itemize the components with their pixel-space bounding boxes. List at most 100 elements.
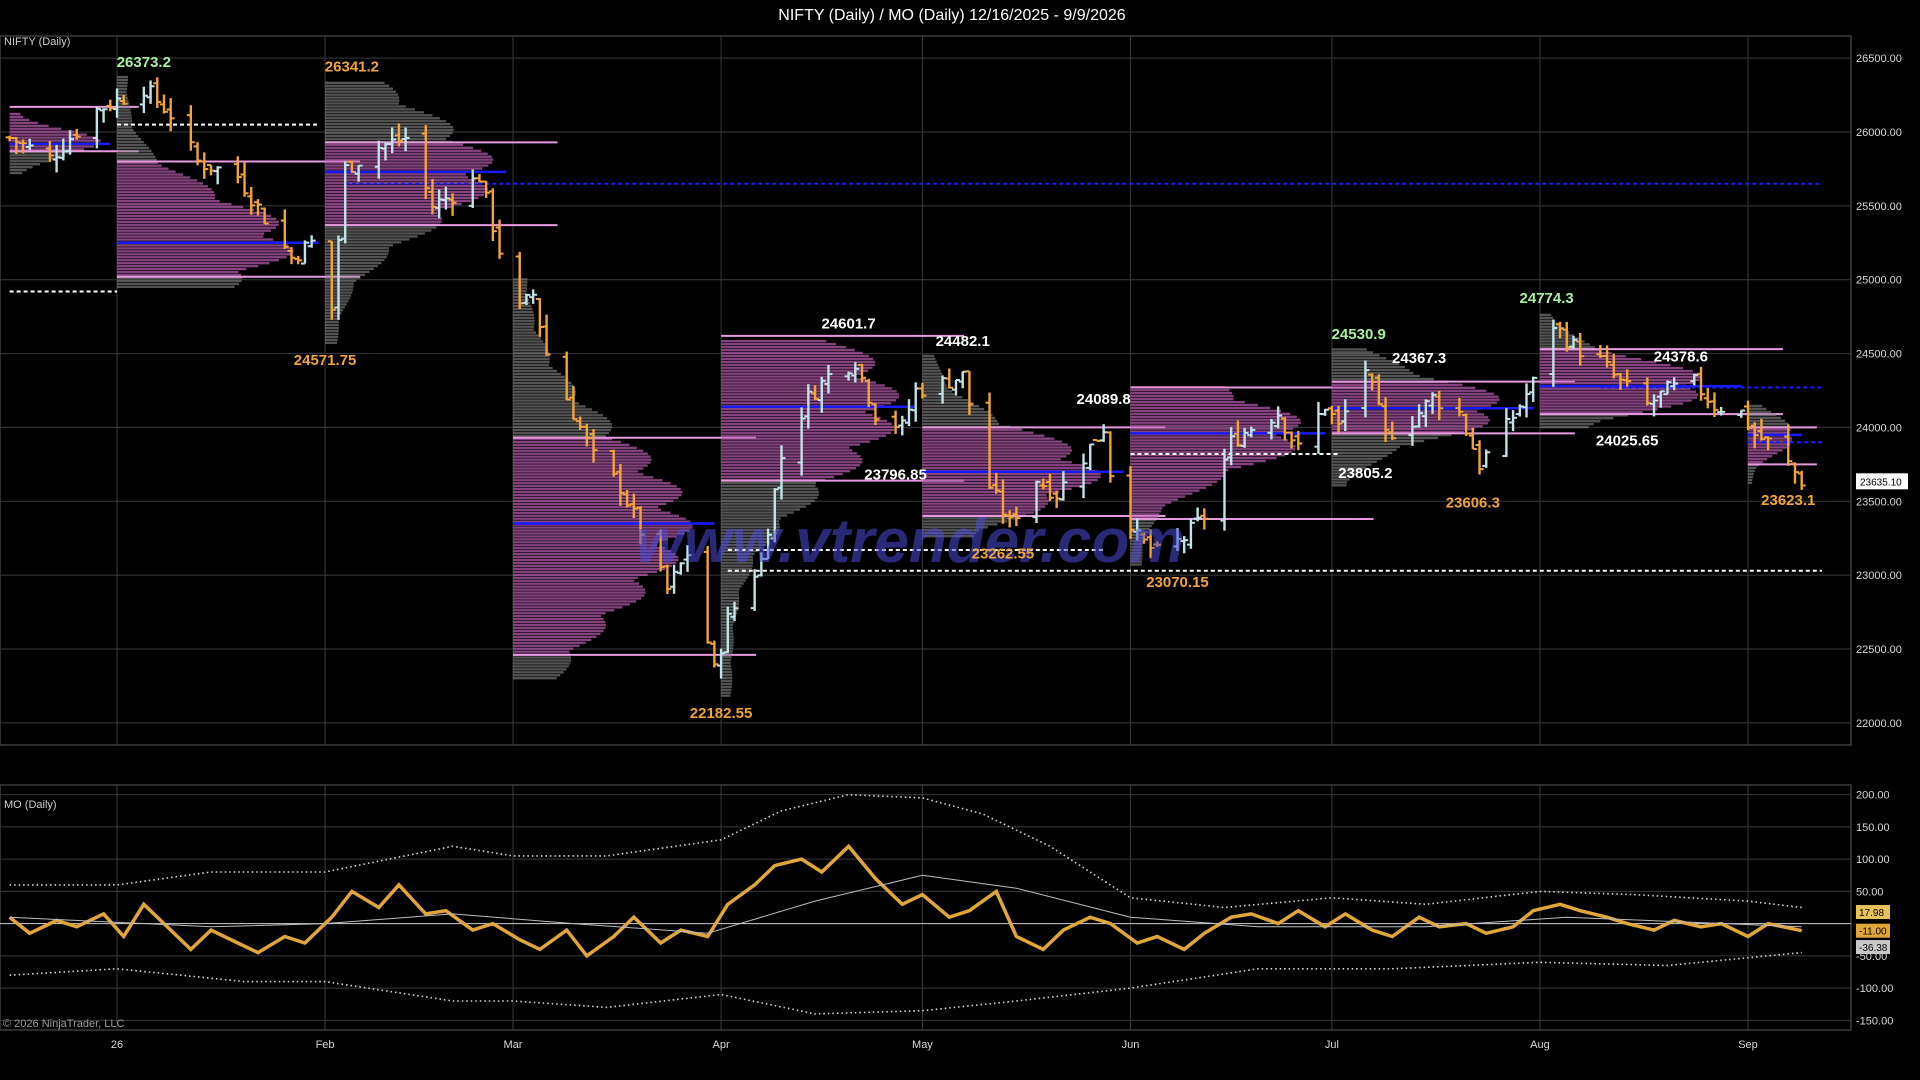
profile-bar [513,355,550,358]
profile-bar [325,187,488,191]
profile-bar [721,676,733,680]
profile-bar [1748,478,1753,482]
profile-bar [325,155,492,158]
profile-bar [922,387,948,390]
profile-bar [721,455,861,458]
mo-value-label: -36.38 [1859,943,1888,954]
profile-bar [117,78,128,82]
profile-bar [721,661,731,665]
nifty-mo-chart: NIFTY (Daily) / MO (Daily) 12/16/2025 - … [0,7,1908,1051]
profile-bar [922,407,985,411]
profile-bar [721,449,853,452]
profile-bar [1331,454,1388,457]
profile-bar [513,346,547,349]
profile-bar [922,496,1048,499]
profile-bar [721,461,863,464]
profile-bar [513,331,537,334]
price-annotation: 24774.3 [1520,290,1574,307]
profile-bar [325,329,339,333]
profile-bar [922,437,1055,440]
profile-bar [9,118,30,122]
profile-bar [325,211,438,214]
profile-bar [513,422,612,426]
profile-bar [1539,408,1658,411]
profile-bar [1331,416,1489,419]
profile-bar [721,440,870,443]
profile-bar [513,316,535,319]
price-annotation: 24367.3 [1392,350,1446,367]
profile-bar [325,81,385,84]
profile-bar [117,199,220,203]
profile-bar [1539,393,1699,396]
profile-bar [325,303,347,306]
profile-bar [1130,424,1299,427]
profile-bar [325,300,349,303]
profile-bar [513,381,572,384]
price-tick-label: 22500.00 [1856,644,1902,656]
profile-bar [1130,415,1297,418]
profile-bar [1130,483,1213,486]
profile-bar [325,146,473,149]
profile-bar [325,123,451,126]
profile-bar [513,399,574,402]
profile-bar [513,449,644,452]
profile-bar [513,328,534,331]
profile-bar [513,591,646,594]
profile-bar [922,499,1049,502]
profile-bar [117,114,132,117]
profile-bar [325,217,442,220]
profile-bar [325,102,399,105]
profile-bar [1331,428,1475,431]
profile-bar [325,120,447,123]
profile-bar [513,319,535,322]
profile-bar [325,149,482,152]
profile-bar [922,449,1072,452]
profile-bar [1331,425,1483,428]
profile-bar [922,416,996,420]
price-tick-label: 23500.00 [1856,496,1902,508]
profile-bar [325,264,378,268]
profile-bar [117,264,259,268]
profile-bar [721,348,855,352]
profile-bar [721,596,740,600]
profile-bar [325,250,389,253]
profile-bar [513,612,606,615]
profile-bar [513,467,644,470]
profile-bar [325,335,339,339]
profile-bar [9,115,24,119]
profile-bar [1331,457,1383,460]
profile-bar [721,372,863,375]
profile-bar [513,334,539,337]
profile-bar [325,190,488,194]
profile-bar [1331,451,1393,455]
profile-bar [1130,436,1282,439]
profile-bar [9,136,97,139]
profile-bar [117,214,272,218]
profile-bar [117,205,244,209]
profile-bar [1539,360,1657,364]
profile-bar [117,134,139,138]
price-bars [5,77,1806,679]
profile-bar [1130,495,1186,498]
profile-bar [721,490,819,494]
price-annotation: 24571.75 [294,352,357,369]
value-badges: 17.98 -11.00 -36.38 [1856,905,1890,955]
profile-bar [117,164,162,167]
profile-bar [513,499,674,503]
price-tick-label: 26500.00 [1856,53,1902,65]
profile-bar [325,252,389,256]
profile-bar [1748,475,1753,479]
profile-bar [325,214,441,217]
profile-bar [513,579,635,582]
price-tick-label: 26000.00 [1856,127,1902,139]
profile-bar [513,490,683,494]
profile-bar [325,131,453,135]
profile-bar [922,455,1067,458]
profile-bar [922,452,1071,455]
profile-bar [117,173,184,176]
profile-bar [721,339,827,343]
profile-bar [721,464,861,467]
profile-bar [117,146,150,150]
profile-bar [117,244,289,247]
profile-bar [325,164,489,167]
